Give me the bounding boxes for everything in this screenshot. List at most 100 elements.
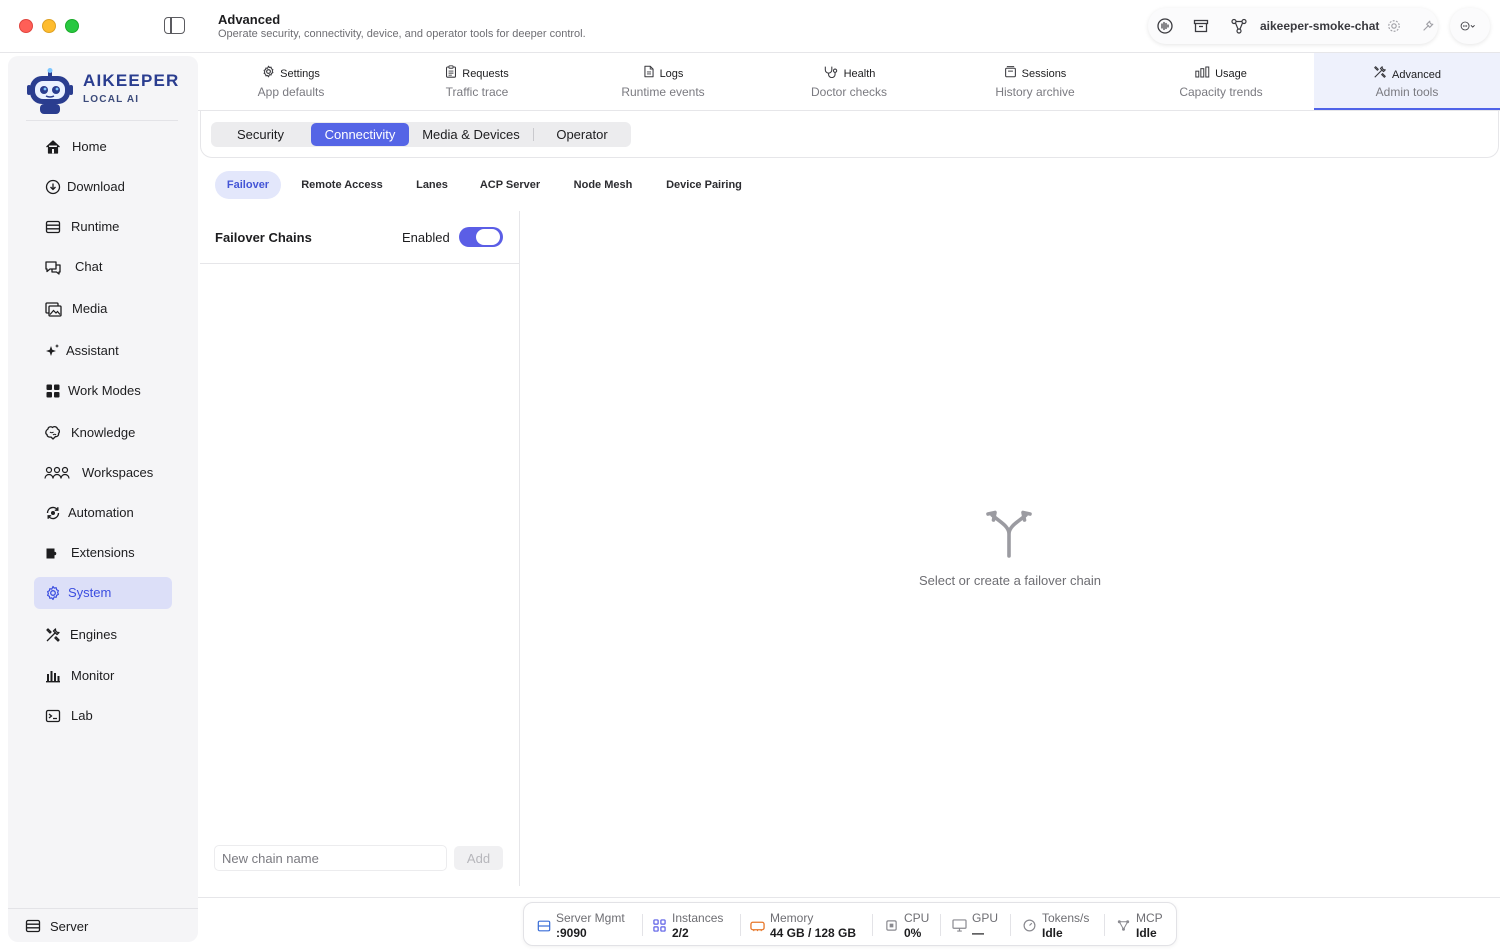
tab-sessions[interactable]: Sessions History archive — [942, 53, 1128, 110]
segmented-control: Security Connectivity Media & Devices Op… — [211, 122, 631, 147]
status-value: — — [972, 926, 984, 940]
page-subtitle: Operate security, connectivity, device, … — [218, 28, 586, 40]
sidebar-item-assistant[interactable]: Assistant — [34, 335, 172, 367]
media-icon — [44, 300, 62, 318]
sidebar-item-system[interactable]: System — [34, 577, 172, 609]
tab-label: Health — [843, 68, 876, 80]
sidebar-item-workspaces[interactable]: Workspaces — [34, 457, 172, 489]
tab-subtitle: History archive — [995, 85, 1075, 99]
sidebar-item-label: Extensions — [71, 545, 135, 560]
sidebar-item-knowledge[interactable]: Knowledge — [34, 417, 172, 449]
monitor-icon — [952, 918, 967, 933]
segment-security[interactable]: Security — [212, 123, 309, 146]
tools-icon — [44, 626, 62, 644]
gear-icon[interactable] — [1386, 18, 1402, 34]
sidebar-item-label: Download — [67, 179, 125, 194]
graph-icon[interactable] — [1231, 18, 1247, 34]
tab-subtitle: Traffic trace — [445, 85, 509, 99]
tab-settings[interactable]: Settings App defaults — [198, 53, 384, 110]
status-label: GPU — [972, 911, 999, 925]
bar-chart-icon — [1195, 65, 1210, 83]
sidebar-item-engines[interactable]: Engines — [34, 619, 172, 651]
extension-icon — [44, 544, 62, 562]
zoom-window-button[interactable] — [65, 19, 79, 33]
segment-connectivity[interactable]: Connectivity — [311, 123, 409, 146]
sidebar-item-lab[interactable]: Lab — [34, 700, 172, 732]
more-icon — [1460, 18, 1476, 34]
memory-icon — [750, 918, 765, 933]
enabled-toggle[interactable] — [459, 227, 503, 247]
subtab-node-mesh[interactable]: Node Mesh — [562, 171, 644, 199]
brain-icon — [44, 424, 62, 442]
segment-media-devices[interactable]: Media & Devices — [411, 123, 531, 146]
divider — [642, 914, 643, 936]
robot-logo-icon — [27, 68, 73, 114]
sidebar-item-automation[interactable]: Automation — [34, 497, 172, 529]
server-icon — [44, 218, 62, 236]
segment-operator[interactable]: Operator — [535, 123, 629, 146]
sidebar-item-chat[interactable]: Chat — [34, 251, 172, 283]
subtab-failover[interactable]: Failover — [215, 171, 281, 199]
archive-icon[interactable] — [1193, 18, 1209, 34]
sidebar-item-extensions[interactable]: Extensions — [34, 537, 172, 569]
wrench-icon[interactable] — [1420, 18, 1436, 34]
divider — [26, 120, 178, 121]
tab-label: Usage — [1215, 68, 1247, 80]
page-title: Advanced — [218, 12, 281, 27]
status-value: 2/2 — [672, 926, 689, 940]
status-bar: Server Mgmt :9090 Instances 2/2 Memory 4… — [523, 902, 1177, 946]
sidebar-toggle-icon[interactable] — [164, 17, 185, 34]
close-window-button[interactable] — [19, 19, 33, 33]
brand-name: AIKEEPER — [83, 71, 180, 90]
more-menu-button[interactable] — [1450, 8, 1490, 44]
gear-icon — [44, 584, 62, 602]
subtab-acp-server[interactable]: ACP Server — [470, 171, 550, 199]
sessions-icon — [1004, 65, 1017, 83]
tools-icon — [1373, 65, 1387, 84]
clipboard-icon — [445, 65, 457, 83]
sidebar-item-media[interactable]: Media — [34, 293, 172, 325]
tab-logs[interactable]: Logs Runtime events — [570, 53, 756, 110]
waveform-icon[interactable] — [1157, 18, 1173, 34]
add-chain-button[interactable]: Add — [454, 846, 503, 870]
sidebar-item-work-modes[interactable]: Work Modes — [34, 375, 172, 407]
divider — [198, 897, 1500, 898]
sidebar-item-label: Chat — [75, 259, 103, 274]
subtab-remote-access[interactable]: Remote Access — [292, 171, 392, 199]
sidebar-item-server[interactable]: Server — [8, 908, 198, 942]
gear-icon — [262, 65, 275, 83]
tab-requests[interactable]: Requests Traffic trace — [384, 53, 570, 110]
divider — [940, 914, 941, 936]
grid-icon — [652, 918, 667, 933]
sidebar-item-runtime[interactable]: Runtime — [34, 211, 172, 243]
failover-chain-list-panel: Failover Chains Enabled Add — [200, 211, 520, 886]
project-name[interactable]: aikeeper-smoke-chat — [1260, 19, 1379, 33]
sidebar: AIKEEPER LOCAL AI Home Download Runtime … — [8, 56, 198, 942]
divider — [1104, 914, 1105, 936]
status-value: 0% — [904, 926, 922, 940]
sidebar-item-label: Knowledge — [71, 425, 136, 440]
minimize-window-button[interactable] — [42, 19, 56, 33]
segment-row: Security Connectivity Media & Devices Op… — [200, 111, 1499, 158]
people-icon — [44, 464, 70, 482]
status-value: 44 GB / 128 GB — [770, 926, 857, 940]
brand-tagline: LOCAL AI — [83, 94, 140, 105]
sidebar-item-download[interactable]: Download — [34, 171, 172, 203]
sidebar-item-monitor[interactable]: Monitor — [34, 660, 172, 692]
sidebar-item-home[interactable]: Home — [34, 131, 172, 163]
main-tab-bar: Settings App defaults Requests Traffic t… — [198, 53, 1500, 111]
status-label: MCP — [1136, 911, 1163, 925]
brand-logo: AIKEEPER LOCAL AI — [26, 68, 186, 118]
tab-health[interactable]: Health Doctor checks — [756, 53, 942, 110]
new-chain-name-input[interactable] — [214, 845, 447, 871]
tab-advanced[interactable]: Advanced Admin tools — [1314, 53, 1500, 110]
panel-title: Failover Chains — [215, 230, 312, 245]
sidebar-item-label: Runtime — [71, 219, 120, 234]
tab-usage[interactable]: Usage Capacity trends — [1128, 53, 1314, 110]
fork-icon — [986, 510, 1032, 558]
tab-label: Requests — [462, 68, 509, 80]
subtab-lanes[interactable]: Lanes — [404, 171, 460, 199]
subtab-device-pairing[interactable]: Device Pairing — [656, 171, 752, 199]
status-label: CPU — [904, 911, 930, 925]
sidebar-item-label: Monitor — [71, 668, 115, 683]
